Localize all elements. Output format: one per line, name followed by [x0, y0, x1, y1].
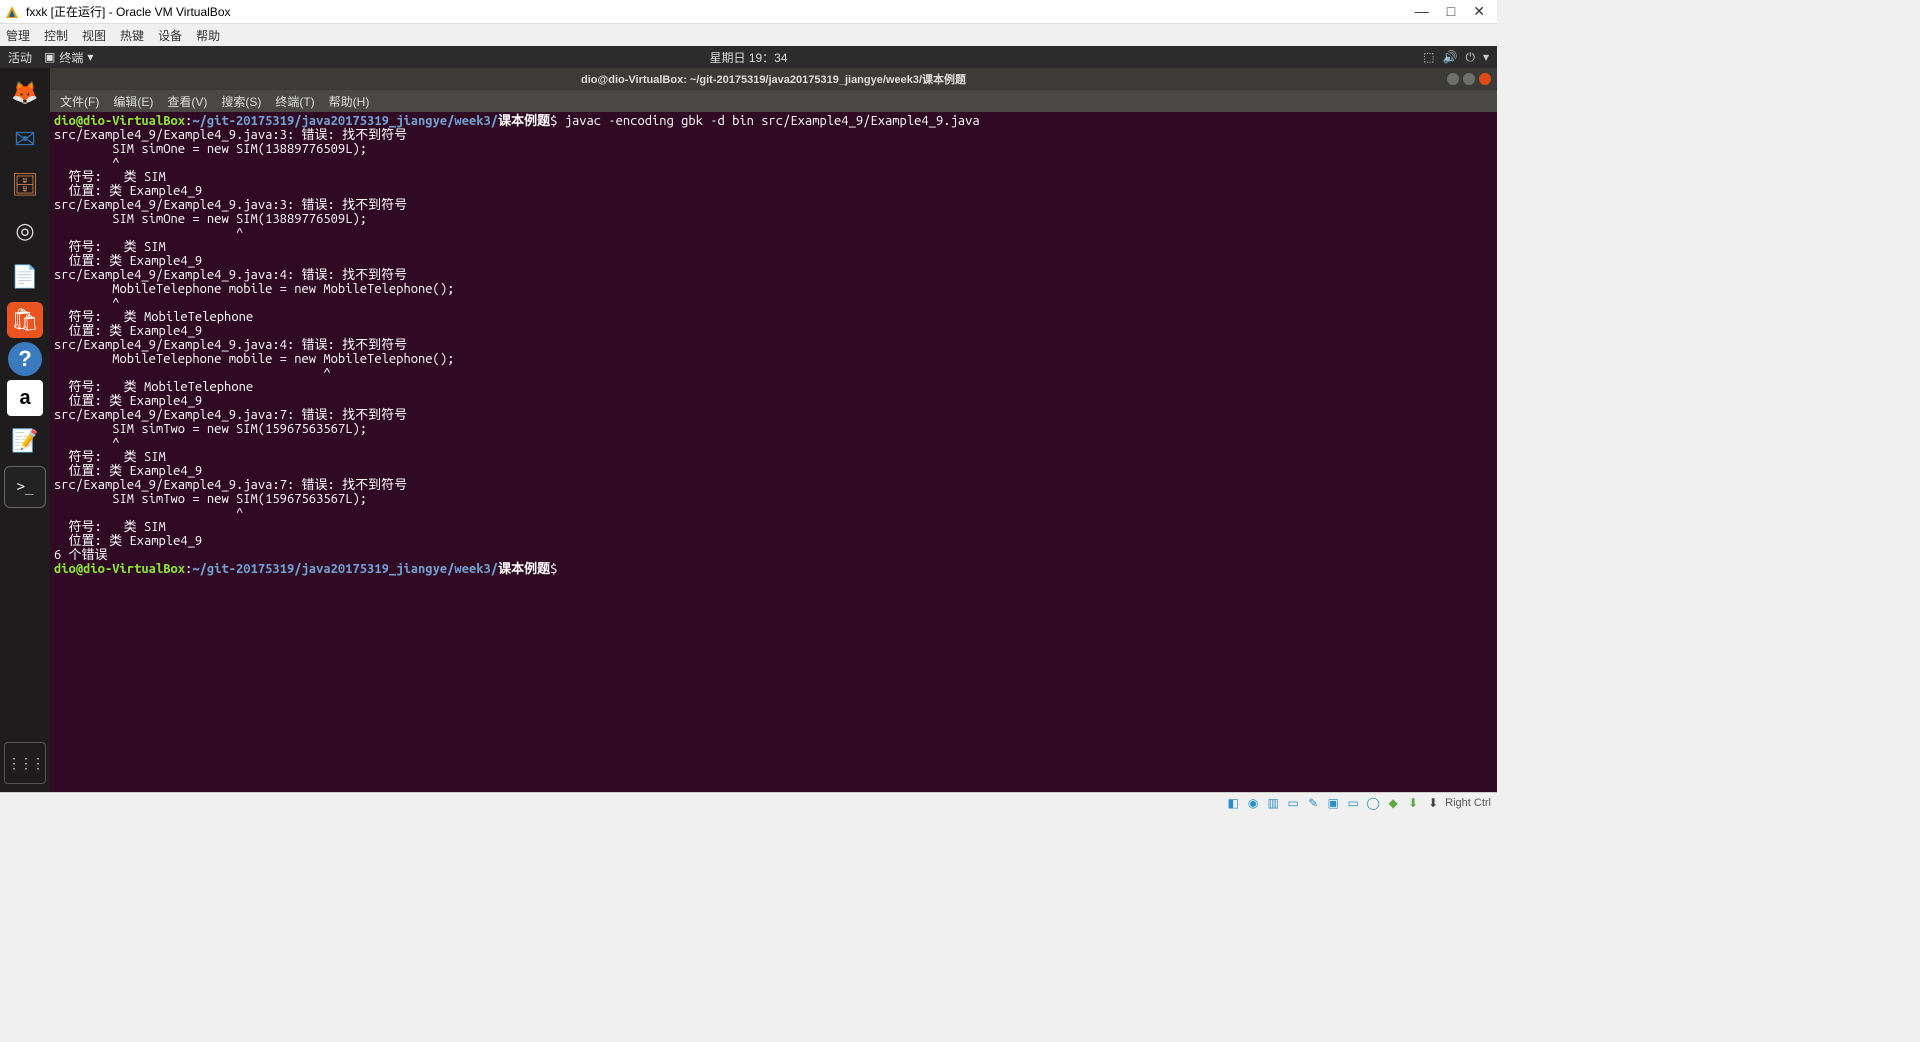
term-menu-file[interactable]: 文件(F) — [60, 93, 99, 110]
system-tray[interactable]: ⬚ 🔊 ⏻ ▾ — [1423, 50, 1489, 65]
status-hostkey-label: Right Ctrl — [1445, 797, 1491, 809]
term-menu-terminal[interactable]: 终端(T) — [275, 93, 314, 110]
terminal-title: dio@dio-VirtualBox: ~/git-20175319/java2… — [581, 71, 966, 87]
status-capture-icon[interactable]: ⬇ — [1425, 795, 1441, 811]
terminal-indicator-icon: ▣ — [44, 50, 55, 64]
dock-firefox[interactable]: 🦊 — [4, 72, 46, 114]
status-audio-icon[interactable]: ✎ — [1305, 795, 1321, 811]
guest-desktop[interactable]: 活动 ▣ 终端 ▾ 星期日 19：34 ⬚ 🔊 ⏻ ▾ 🦊 ✉ 🗄 ◎ 📄 🛍 … — [0, 46, 1497, 792]
host-menu-hotkey[interactable]: 热键 — [120, 27, 144, 44]
status-mouse-icon[interactable]: ⬇ — [1405, 795, 1421, 811]
term-menu-help[interactable]: 帮助(H) — [329, 93, 370, 110]
terminal-window: dio@dio-VirtualBox: ~/git-20175319/java2… — [50, 68, 1497, 792]
power-icon[interactable]: ⏻ — [1465, 50, 1475, 65]
term-menu-edit[interactable]: 编辑(E) — [113, 93, 153, 110]
host-menu-help[interactable]: 帮助 — [196, 27, 220, 44]
network-icon[interactable]: ⬚ — [1423, 50, 1434, 64]
virtualbox-icon — [4, 4, 20, 20]
host-menu-control[interactable]: 控制 — [44, 27, 68, 44]
host-menu-view[interactable]: 视图 — [82, 27, 106, 44]
terminal-titlebar[interactable]: dio@dio-VirtualBox: ~/git-20175319/java2… — [50, 68, 1497, 90]
host-titlebar: fxxk [正在运行] - Oracle VM VirtualBox — □ ✕ — [0, 0, 1497, 24]
minimize-button[interactable]: — — [1415, 3, 1429, 20]
host-window-title: fxxk [正在运行] - Oracle VM VirtualBox — [26, 3, 1415, 20]
terminal-body[interactable]: dio@dio-VirtualBox:~/git-20175319/java20… — [50, 112, 1497, 792]
status-display-icon[interactable]: ▭ — [1345, 795, 1361, 811]
dock-writer[interactable]: 📄 — [4, 256, 46, 298]
dock-amazon[interactable]: a — [7, 380, 43, 416]
term-minimize-button[interactable] — [1447, 73, 1459, 85]
app-menu[interactable]: ▣ 终端 ▾ — [44, 49, 93, 66]
clock[interactable]: 星期日 19：34 — [709, 49, 787, 66]
host-statusbar: ◧ ◉ ▥ ▭ ✎ ▣ ▭ ◯ ◆ ⬇ ⬇ Right Ctrl — [0, 792, 1497, 812]
status-network-icon[interactable]: ▣ — [1325, 795, 1341, 811]
maximize-button[interactable]: □ — [1447, 3, 1455, 20]
activities-button[interactable]: 活动 — [8, 49, 32, 66]
status-optical-icon[interactable]: ◉ — [1245, 795, 1261, 811]
host-menu-manage[interactable]: 管理 — [6, 27, 30, 44]
status-hdd-icon[interactable]: ◧ — [1225, 795, 1241, 811]
host-window-controls: — □ ✕ — [1415, 3, 1485, 20]
term-maximize-button[interactable] — [1463, 73, 1475, 85]
dock-thunderbird[interactable]: ✉ — [4, 118, 46, 160]
dock-software[interactable]: 🛍 — [7, 302, 43, 338]
status-shared-icon[interactable]: ▭ — [1285, 795, 1301, 811]
status-usb-icon[interactable]: ▥ — [1265, 795, 1281, 811]
host-menu-devices[interactable]: 设备 — [158, 27, 182, 44]
gnome-topbar[interactable]: 活动 ▣ 终端 ▾ 星期日 19：34 ⬚ 🔊 ⏻ ▾ — [0, 46, 1497, 68]
status-feature-icon[interactable]: ◆ — [1385, 795, 1401, 811]
term-menu-view[interactable]: 查看(V) — [167, 93, 207, 110]
app-menu-label: 终端 — [59, 49, 83, 66]
status-recording-icon[interactable]: ◯ — [1365, 795, 1381, 811]
ubuntu-dock: 🦊 ✉ 🗄 ◎ 📄 🛍 ? a 📝 >_ ⋮⋮⋮ — [0, 68, 50, 792]
host-menubar: 管理 控制 视图 热键 设备 帮助 — [0, 24, 1497, 46]
volume-icon[interactable]: 🔊 — [1443, 50, 1458, 64]
dock-terminal[interactable]: >_ — [4, 466, 46, 508]
dock-texteditor[interactable]: 📝 — [4, 420, 46, 462]
term-close-button[interactable] — [1479, 73, 1491, 85]
dock-help[interactable]: ? — [8, 342, 42, 376]
term-menu-search[interactable]: 搜索(S) — [221, 93, 261, 110]
dock-files[interactable]: 🗄 — [4, 164, 46, 206]
close-button[interactable]: ✕ — [1473, 3, 1485, 20]
terminal-menubar: 文件(F) 编辑(E) 查看(V) 搜索(S) 终端(T) 帮助(H) — [50, 90, 1497, 112]
chevron-down-icon: ▾ — [1483, 50, 1489, 64]
chevron-down-icon: ▾ — [87, 50, 93, 64]
dock-show-apps[interactable]: ⋮⋮⋮ — [4, 742, 46, 784]
dock-rhythmbox[interactable]: ◎ — [4, 210, 46, 252]
